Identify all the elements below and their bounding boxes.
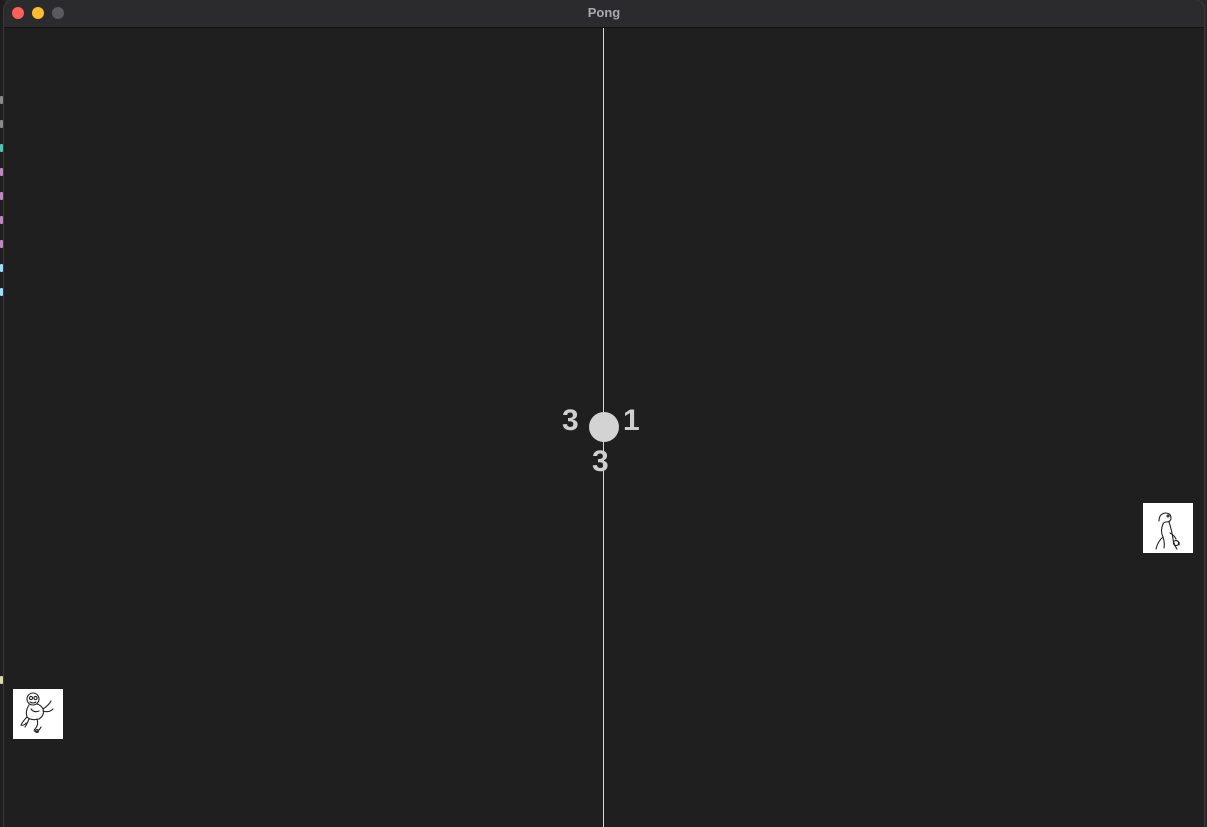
title-bar[interactable]: Pong — [4, 0, 1204, 28]
pong-window: Pong 3 1 3 — [4, 0, 1204, 827]
center-score: 3 — [592, 445, 609, 478]
turtle-sketch-icon — [20, 692, 54, 733]
ball — [589, 412, 619, 442]
right-score: 1 — [623, 404, 640, 437]
right-paddle[interactable] — [1143, 503, 1193, 553]
left-score: 3 — [562, 404, 579, 437]
game-court[interactable]: 3 1 3 — [4, 28, 1204, 827]
left-paddle[interactable] — [13, 689, 63, 739]
window-title: Pong — [587, 5, 621, 20]
dinosaur-sketch-icon — [1155, 512, 1180, 550]
